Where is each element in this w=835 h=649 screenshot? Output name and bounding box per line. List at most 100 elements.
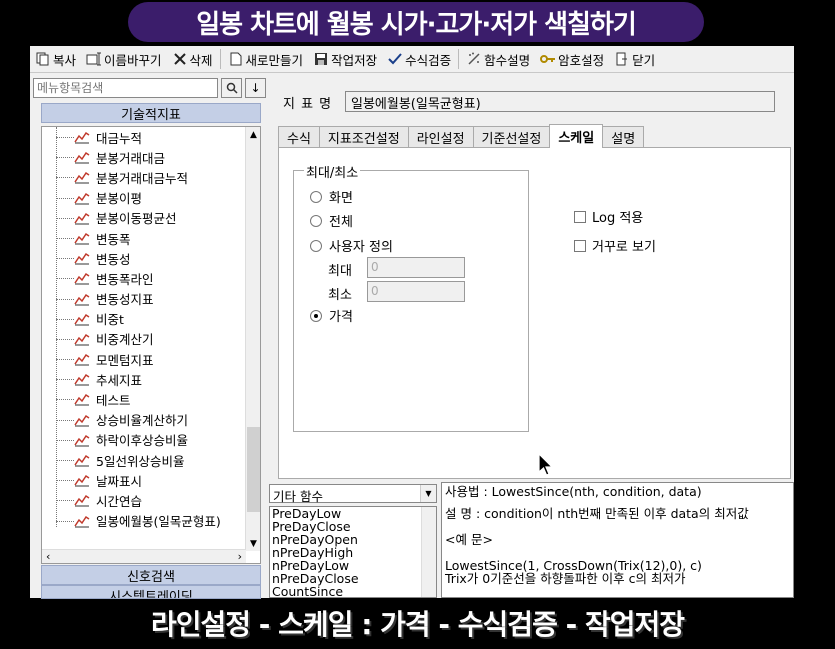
tree-connector [56,460,74,461]
function-help-icon [466,51,482,67]
tree-item[interactable]: 분봉이동평균선 [42,208,246,228]
save-icon [313,51,329,67]
search-input[interactable] [33,78,218,98]
radio-user-defined[interactable]: 사용자 정의 [310,236,393,255]
indicator-chart-icon [74,434,90,447]
toolbar-separator [219,49,221,69]
category-technical-indicators[interactable]: 기술적지표 [41,103,261,123]
function-help-button[interactable]: 함수설명 [461,48,535,70]
max-input[interactable]: 0 [367,257,465,278]
tree-item[interactable]: 분봉거래대금누적 [42,167,246,187]
tree-item[interactable]: 분봉이평 [42,188,246,208]
tab-description[interactable]: 설명 [602,126,645,148]
tree-connector [56,419,74,421]
radio-button[interactable] [310,239,322,252]
reverse-checkbox-row[interactable]: 거꾸로 보기 [574,236,656,255]
radio-button-selected[interactable] [310,309,322,322]
min-input[interactable]: 0 [367,281,465,302]
tree-item[interactable]: 변동성지표 [42,289,246,309]
tab-formula[interactable]: 수식 [278,126,320,148]
tree-item[interactable]: 변동성 [42,248,246,268]
indicator-name-field[interactable]: 일봉에월봉(일목균형표) [345,91,775,112]
scroll-up-icon[interactable]: ▲ [246,127,260,142]
formula-editor-window: 복사 이름바꾸기 삭제 새로만들기 작업저장 수식검증 함수설명 암호설정 닫기… [30,46,794,599]
radio-button[interactable] [310,214,322,227]
radio-screen[interactable]: 화면 [310,187,353,206]
search-button[interactable] [221,78,242,98]
radio-label: 가격 [329,310,353,325]
tree-item-label: 하락이후상승비율 [96,433,189,449]
tree-item[interactable]: 일봉에월봉(일목균형표) [42,511,246,531]
scroll-down-icon[interactable]: ▼ [246,536,260,551]
log-checkbox[interactable] [574,210,586,223]
tree-connector [56,399,74,401]
indicator-chart-icon [74,475,90,487]
save-button[interactable]: 작업저장 [308,48,382,70]
close-label: 닫기 [632,52,656,68]
tab-baseline-settings[interactable]: 기준선설정 [472,126,551,148]
tree-item[interactable]: 분봉거래대금 [42,147,246,167]
tab-scale[interactable]: 스케일 [549,124,604,148]
verify-label: 수식검증 [405,52,452,68]
tree-item-label: 추세지표 [96,372,143,388]
tree-vertical-scrollbar[interactable]: ▲ ▼ [245,127,260,551]
tree-item[interactable]: 변동폭 [42,228,246,248]
radio-button[interactable] [310,190,322,203]
function-list-scrollbar[interactable] [421,507,436,597]
indicator-chart-icon [74,454,90,467]
tree-horizontal-scrollbar[interactable]: ‹ › [42,549,246,563]
radio-label: 전체 [329,215,353,230]
scroll-thumb[interactable] [247,427,260,512]
radio-price[interactable]: 가격 [310,306,353,325]
tree-connector [56,157,74,159]
copy-button[interactable]: 복사 [30,48,81,70]
tree-item-label: 변동폭 [96,231,131,247]
function-help-label: 함수설명 [484,52,531,68]
verify-button[interactable]: 수식검증 [382,48,456,70]
scroll-left-icon[interactable]: ‹ [46,550,50,563]
tree-item-label: 변동성지표 [96,292,154,308]
new-button[interactable]: 새로만들기 [223,48,309,70]
tree-item[interactable]: 비중t [42,309,246,329]
delete-label: 삭제 [189,52,213,68]
tree-item[interactable]: 대금누적 [42,127,246,147]
reverse-checkbox[interactable] [574,239,586,252]
tree-item[interactable]: 테스트 [42,389,246,409]
category-signal-search[interactable]: 신호검색 [41,565,261,585]
tree-item[interactable]: 비중계산기 [42,329,246,349]
function-category-select[interactable]: 기타 함수 ▼ [269,484,437,504]
save-label: 작업저장 [331,52,378,68]
tree-item[interactable]: 모멘텀지표 [42,349,246,369]
function-help-panel: 사용법 : LowestSince(nth, condition, data) … [441,482,794,598]
rename-button[interactable]: 이름바꾸기 [81,48,167,70]
tree-item-label: 분봉이동평균선 [96,211,177,227]
chevron-down-icon[interactable]: ▼ [420,485,436,502]
tree-item[interactable]: 상승비율계산하기 [42,410,246,430]
new-icon [228,51,244,67]
delete-button[interactable]: 삭제 [167,48,218,70]
log-checkbox-row[interactable]: Log 적용 [574,207,643,226]
category-system-trading[interactable]: 시스템트레이딩 [41,585,261,599]
radio-all[interactable]: 전체 [310,211,353,230]
function-category-value: 기타 함수 [273,489,323,504]
function-list-item[interactable]: CountSince [270,585,436,597]
rename-icon [86,51,102,67]
indicator-chart-icon [74,394,90,406]
password-button[interactable]: 암호설정 [535,48,609,70]
sort-down-button[interactable]: ↓ [245,78,266,98]
tree-item[interactable]: 시간연습 [42,490,246,510]
scroll-right-icon[interactable]: › [238,550,242,563]
scale-tab-panel: 최대/최소 화면 전체 사용자 정의 최대 0 최소 0 가격 Log 적용 거… [278,147,791,479]
tree-item[interactable]: 날짜표시 [42,470,246,490]
close-button[interactable]: 닫기 [609,48,660,70]
tree-connector [56,439,74,441]
tab-indicator-condition[interactable]: 지표조건설정 [318,126,409,148]
tree-item[interactable]: 하락이후상승비율 [42,430,246,450]
tree-item[interactable]: 5일선위상승비율 [42,450,246,470]
tree-item[interactable]: 추세지표 [42,369,246,389]
indicator-chart-icon [74,293,90,305]
search-row: ↓ [33,78,267,100]
tree-connector [56,338,74,340]
tab-line-settings[interactable]: 라인설정 [407,126,474,148]
tree-item[interactable]: 변동폭라인 [42,268,246,288]
